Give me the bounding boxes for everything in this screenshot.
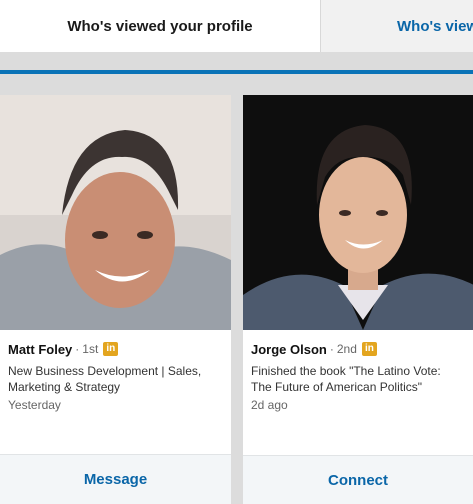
member-name[interactable]: Matt Foley: [8, 342, 72, 357]
connection-degree: 2nd: [336, 342, 357, 356]
tab-bar: Who's viewed your profile Who's viewed y…: [0, 0, 473, 52]
linkedin-badge-icon: in: [361, 342, 377, 356]
headline-line-1: Finished the book "The Latino Vote:: [251, 364, 441, 378]
member-headline: New Business Development | Sales, Market…: [8, 363, 223, 395]
name-row: Matt Foley · 1st in: [8, 340, 223, 358]
member-name[interactable]: Jorge Olson: [251, 342, 327, 357]
headline-line-2: The Future of American Politics": [251, 380, 422, 394]
degree-separator: ·: [329, 342, 334, 356]
connection-degree: 1st: [82, 342, 99, 356]
profile-photo-image: [0, 95, 231, 330]
profile-viewer-card[interactable]: Matt Foley · 1st in New Business Develop…: [0, 95, 231, 504]
tab-underline-accent: [0, 70, 473, 74]
viewed-time: 2d ago: [251, 398, 288, 412]
card-info: Jorge Olson · 2nd in Finished the book "…: [243, 330, 473, 413]
degree-separator: ·: [75, 342, 80, 356]
tab-who-viewed-profile[interactable]: Who's viewed your profile: [0, 0, 321, 52]
linkedin-badge-icon: in: [103, 342, 119, 356]
profile-photo[interactable]: [243, 95, 473, 330]
profile-photo[interactable]: [0, 95, 231, 330]
tab-who-viewed-updates[interactable]: Who's viewed your updates: [321, 0, 473, 52]
headline-line-2: Marketing & Strategy: [8, 380, 121, 394]
profile-photo-image: [243, 95, 473, 330]
message-button[interactable]: Message: [0, 454, 231, 504]
connect-button[interactable]: Connect: [243, 455, 473, 504]
name-row: Jorge Olson · 2nd in: [251, 340, 473, 358]
profile-viewer-card[interactable]: Jorge Olson · 2nd in Finished the book "…: [243, 95, 473, 504]
member-headline: Finished the book "The Latino Vote: The …: [251, 363, 473, 395]
viewed-time: Yesterday: [8, 398, 61, 412]
headline-line-1: New Business Development | Sales,: [8, 364, 202, 378]
card-info: Matt Foley · 1st in New Business Develop…: [0, 330, 231, 413]
